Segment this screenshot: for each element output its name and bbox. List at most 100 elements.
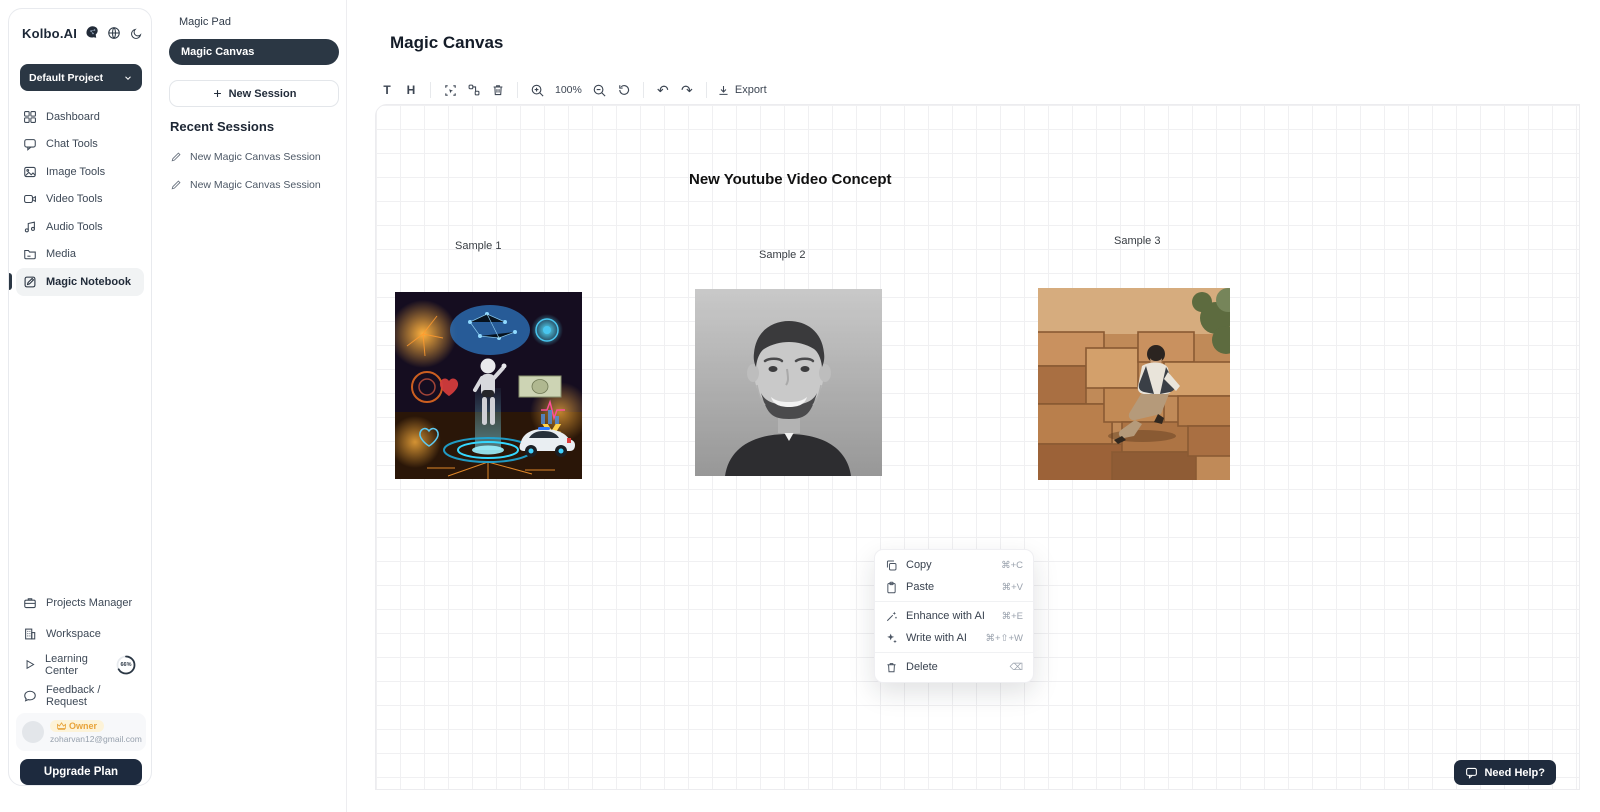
zoom-out-button[interactable] [589,79,611,101]
sidebar-item-label: Image Tools [46,166,105,178]
sidebar-item-video-tools[interactable]: Video Tools [16,186,144,214]
project-selector-label: Default Project [29,72,103,84]
learning-progress-value: 66% [115,654,137,676]
menu-item-shortcut: ⌘+E [1002,611,1023,622]
canvas-title-text[interactable]: New Youtube Video Concept [689,171,892,188]
magic-canvas-surface[interactable]: New Youtube Video Concept Sample 1 Sampl… [375,104,1580,790]
zoom-out-icon [592,83,607,98]
session-label: New Magic Canvas Session [190,179,321,191]
clipboard-icon [885,581,898,594]
canvas-image-portrait[interactable] [695,289,882,476]
undo-button[interactable]: ↶ [652,79,674,101]
select-area-tool-button[interactable] [439,79,461,101]
menu-item-shortcut: ⌘+V [1002,582,1023,593]
session-list-item[interactable]: New Magic Canvas Session [170,179,321,191]
sidebar-item-magic-notebook[interactable]: Magic Notebook [16,268,144,296]
project-selector[interactable]: Default Project [20,64,142,91]
sidebar-item-label: Dashboard [46,111,100,123]
building-icon [23,627,37,641]
sidebar-item-learning-center[interactable]: Learning Center 66% [16,649,144,680]
role-badge: Owner [50,720,104,732]
canvas-sample-label[interactable]: Sample 3 [1114,235,1160,247]
redo-button[interactable]: ↷ [676,79,698,101]
audio-icon [23,220,37,234]
heading-tool-button[interactable]: H [400,79,422,101]
delete-tool-button[interactable] [487,79,509,101]
app-window: Kolbo.AI Default Project Dashboard Chat … [0,0,1600,812]
role-badge-label: Owner [69,721,97,731]
export-button[interactable]: Export [717,84,767,97]
primary-sidebar: Kolbo.AI Default Project Dashboard Chat … [8,8,152,786]
sidebar-item-feedback[interactable]: Feedback / Request [16,680,144,711]
user-email: zoharvan12@gmail.com [50,734,142,744]
zoom-in-button[interactable] [526,79,548,101]
sidebar-item-label: Magic Notebook [46,276,131,288]
zoom-in-icon [530,83,545,98]
pencil-icon [170,151,182,163]
sidebar-item-label: Projects Manager [46,597,132,609]
page-title: Magic Canvas [390,33,503,53]
toolbar-divider [706,82,707,98]
text-tool-button[interactable]: T [376,79,398,101]
sidebar-item-chat-tools[interactable]: Chat Tools [16,131,144,159]
sidebar-footer-nav: Projects Manager Workspace Learning Cent… [16,587,144,711]
media-folder-icon [23,247,37,261]
session-panel: Magic Pad Magic Canvas New Session Recen… [155,0,347,812]
plus-icon [212,88,223,99]
sidebar-item-projects-manager[interactable]: Projects Manager [16,587,144,618]
dashboard-icon [23,110,37,124]
context-menu-item-enhance-with-ai[interactable]: Enhance with AI ⌘+E [875,605,1033,627]
canvas-sample-label[interactable]: Sample 1 [455,240,501,252]
help-chat-icon [1465,766,1478,779]
connector-tool-button[interactable] [463,79,485,101]
canvas-image-man-on-ruins[interactable] [1038,288,1230,480]
session-list-item[interactable]: New Magic Canvas Session [170,151,321,163]
connector-icon [467,83,481,97]
menu-item-label: Write with AI [906,632,967,644]
menu-item-label: Enhance with AI [906,610,985,622]
context-menu-item-delete[interactable]: Delete ⌫ [875,656,1033,678]
sidebar-item-audio-tools[interactable]: Audio Tools [16,213,144,241]
sidebar-item-media[interactable]: Media [16,241,144,269]
sidebar-item-label: Workspace [46,628,101,640]
menu-item-shortcut: ⌘+C [1001,560,1023,571]
menu-item-label: Delete [906,661,938,673]
sidebar-item-image-tools[interactable]: Image Tools [16,158,144,186]
menu-divider [875,601,1033,602]
toolbar-divider [643,82,644,98]
upgrade-plan-button[interactable]: Upgrade Plan [20,759,142,785]
toolbar-divider [517,82,518,98]
new-session-button[interactable]: New Session [169,80,339,107]
active-indicator-bar [9,273,12,290]
brand-logo-text: Kolbo.AI [22,26,77,41]
dark-mode-moon-icon[interactable] [130,27,143,40]
copy-icon [885,559,898,572]
context-menu-item-copy[interactable]: Copy ⌘+C [875,554,1033,576]
language-globe-icon[interactable] [107,26,121,40]
play-icon [23,658,36,671]
nav-item-magic-pad[interactable]: Magic Pad [179,16,231,28]
sidebar-item-label: Feedback / Request [46,684,137,708]
pencil-icon [170,179,182,191]
nav-item-magic-canvas[interactable]: Magic Canvas [169,39,339,65]
video-icon [23,192,37,206]
chat-icon [23,137,37,151]
zoom-level: 100% [555,84,582,96]
sidebar-item-dashboard[interactable]: Dashboard [16,103,144,131]
magic-notebook-icon [23,275,37,289]
session-label: New Magic Canvas Session [190,151,321,163]
learning-progress-ring: 66% [115,654,137,676]
menu-item-shortcut: ⌫ [1010,662,1023,673]
briefcase-icon [23,596,37,610]
context-menu-item-paste[interactable]: Paste ⌘+V [875,576,1033,598]
canvas-sample-label[interactable]: Sample 2 [759,249,805,261]
user-account-card[interactable]: Owner zoharvan12@gmail.com [16,713,146,751]
context-menu-item-write-with-ai[interactable]: Write with AI ⌘+⇧+W [875,627,1033,649]
sidebar-item-workspace[interactable]: Workspace [16,618,144,649]
canvas-image-ai-collage[interactable]: ¥ [395,292,582,479]
rotate-reset-icon [617,83,631,97]
reset-view-button[interactable] [613,79,635,101]
need-help-button[interactable]: Need Help? [1454,760,1556,785]
sparkles-icon [885,632,898,645]
feedback-bubble-icon [23,689,37,703]
